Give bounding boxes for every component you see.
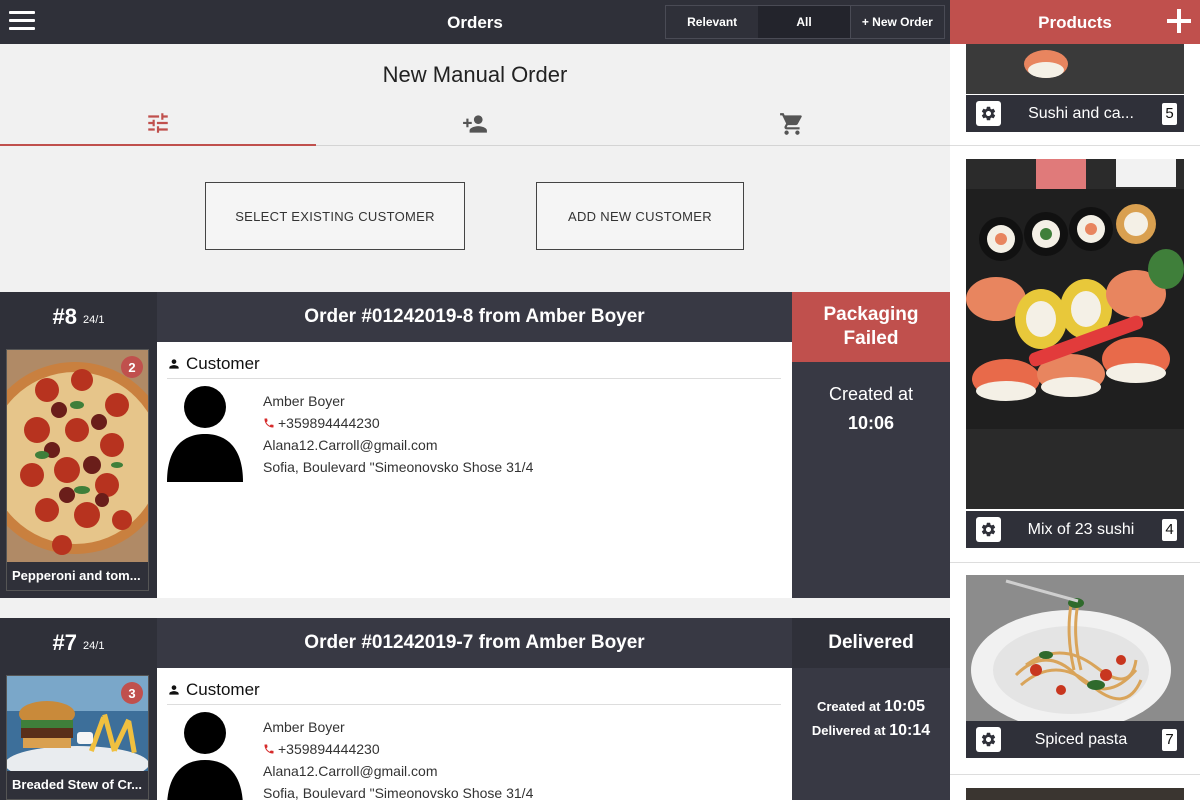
customer-email[interactable]: Alana12.Carroll@gmail.com: [263, 760, 533, 782]
order-card[interactable]: #8 24/1 Order #01242019-8 from Amber Boy…: [0, 292, 950, 598]
tab-customer[interactable]: [317, 102, 633, 146]
created-row: Created at 10:05: [816, 698, 926, 715]
orders-topbar: Orders Relevant All + New Order: [0, 0, 950, 44]
order-item-thumbnail[interactable]: 3 Breaded Stew of Cr...: [6, 675, 149, 800]
customer-phone[interactable]: +359894444230: [263, 738, 533, 760]
order-number: #7 24/1: [0, 618, 157, 668]
tab-options[interactable]: [0, 102, 316, 146]
customer-name: Amber Boyer: [263, 719, 345, 735]
product-count: 5: [1162, 102, 1177, 125]
tab-cart[interactable]: [634, 102, 950, 146]
customer-heading: Customer: [167, 350, 781, 379]
customer-details: Amber Boyer +359894444230 Alana12.Carrol…: [263, 716, 533, 800]
customer-avatar: [167, 386, 243, 482]
created-time: 10:06: [847, 413, 895, 433]
order-number: #8 24/1: [0, 292, 157, 342]
product-card[interactable]: Mix of 23 sushi 4: [966, 159, 1184, 548]
customer-section: Customer Amber Boyer +359894444230 Alana…: [157, 668, 792, 800]
product-count: 4: [1162, 518, 1177, 541]
gear-icon[interactable]: [976, 517, 1001, 542]
sushi-mix-image: [966, 159, 1184, 509]
delivered-row: Delivered at 10:14: [811, 722, 931, 739]
gear-icon[interactable]: [976, 727, 1001, 752]
pasta-image: [966, 575, 1184, 721]
gear-icon[interactable]: [976, 101, 1001, 126]
filter-all-button[interactable]: All: [758, 6, 850, 38]
order-header: Order #01242019-8 from Amber Boyer: [157, 292, 792, 342]
pizza-image: [7, 350, 148, 564]
add-person-icon: [463, 115, 487, 133]
created-label: Created at: [828, 384, 914, 404]
status-badge: Packaging Failed: [792, 292, 950, 362]
manual-order-tabs: [0, 102, 950, 146]
customer-phone[interactable]: +359894444230: [263, 412, 533, 434]
new-manual-order-panel: New Manual Order SELECT EXISTING CUSTOME…: [0, 44, 950, 290]
customer-heading: Customer: [167, 676, 781, 705]
customer-details: Amber Boyer +359894444230 Alana12.Carrol…: [263, 390, 533, 478]
sushi-image: [966, 44, 1184, 94]
menu-icon[interactable]: [9, 11, 35, 31]
status-badge: Delivered: [792, 618, 950, 668]
product-card[interactable]: Sushi and ca... 5: [966, 44, 1184, 132]
product-bar: Mix of 23 sushi 4: [966, 511, 1184, 548]
customer-email[interactable]: Alana12.Carroll@gmail.com: [263, 434, 533, 456]
product-name: Spiced pasta: [1034, 730, 1128, 748]
order-item-name: Breaded Stew of Cr...: [7, 771, 148, 799]
order-items: 3 Breaded Stew of Cr...: [0, 668, 157, 800]
product-name: Mix of 23 sushi: [1027, 520, 1135, 538]
add-new-customer-button[interactable]: ADD NEW CUSTOMER: [536, 182, 744, 250]
product-bar: Sushi and ca... 5: [966, 95, 1184, 132]
cart-icon: [780, 113, 802, 135]
product-name: Sushi and ca...: [1028, 104, 1134, 122]
phone-icon: [264, 744, 274, 754]
person-icon: [169, 359, 179, 369]
product-card-partial[interactable]: [966, 788, 1184, 800]
order-items: 2 Pepperoni and tom...: [0, 342, 157, 598]
order-times: Created at 10:06: [792, 362, 950, 598]
item-count-badge: 2: [121, 356, 143, 378]
divider: [950, 145, 1200, 146]
product-bar: Spiced pasta 7: [966, 721, 1184, 758]
products-panel: Products Sushi and ca... 5 Mix of 23 sus…: [950, 0, 1200, 800]
customer-name: Amber Boyer: [263, 393, 345, 409]
order-item-thumbnail[interactable]: 2 Pepperoni and tom...: [6, 349, 149, 591]
order-card[interactable]: #7 24/1 Order #01242019-7 from Amber Boy…: [0, 618, 950, 800]
person-icon: [169, 685, 179, 695]
customer-section: Customer Amber Boyer +359894444230 Alana…: [157, 342, 792, 598]
products-header: Products: [950, 0, 1200, 44]
divider: [950, 774, 1200, 775]
select-existing-customer-button[interactable]: SELECT EXISTING CUSTOMER: [205, 182, 465, 250]
order-times: Created at 10:05 Delivered at 10:14: [792, 668, 950, 800]
product-count: 7: [1162, 728, 1177, 751]
customer-avatar: [167, 712, 243, 800]
phone-icon: [264, 418, 274, 428]
product-card[interactable]: Spiced pasta 7: [966, 575, 1184, 760]
customer-address: Sofia, Boulevard "Simeonovsko Shose 31/4: [263, 785, 534, 800]
filter-relevant-button[interactable]: Relevant: [666, 6, 759, 38]
order-item-name: Pepperoni and tom...: [7, 562, 148, 590]
new-order-button[interactable]: + New Order: [849, 6, 944, 38]
add-product-icon[interactable]: [1167, 9, 1191, 33]
divider: [950, 562, 1200, 563]
order-header: Order #01242019-7 from Amber Boyer: [157, 618, 792, 668]
order-filter: Relevant All + New Order: [665, 5, 945, 39]
customer-address: Sofia, Boulevard "Simeonovsko Shose 31/4: [263, 459, 534, 475]
sliders-icon: [148, 113, 168, 133]
manual-order-title: New Manual Order: [382, 62, 568, 87]
item-count-badge: 3: [121, 682, 143, 704]
products-title: Products: [1038, 13, 1112, 32]
